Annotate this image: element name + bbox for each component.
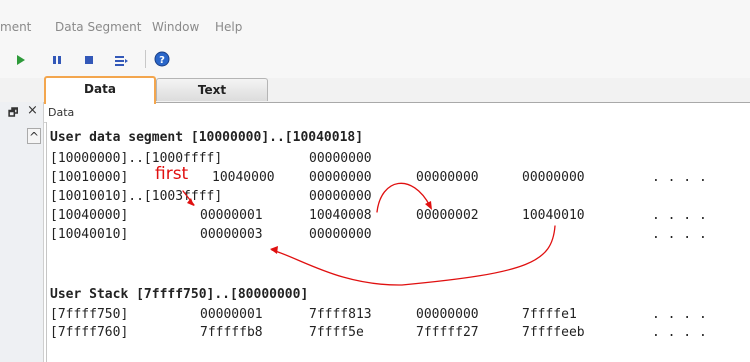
row-ascii: . . . . — [652, 208, 707, 223]
row-addr: [10040010] — [50, 227, 129, 242]
data-panel-title-bar: Data — [44, 104, 750, 123]
scroll-up-icon[interactable]: ^ — [27, 128, 41, 144]
stack-header: User Stack [7ffff750]..[80000000] — [50, 287, 309, 302]
row-addr: [10000000]..[1000ffff] — [50, 151, 223, 166]
row-value: 00000000 — [416, 170, 479, 185]
row-addr: [10010010]..[1003ffff] — [50, 189, 223, 204]
row-value: 7ffffe1 — [522, 307, 577, 322]
row-value: 10040000 — [212, 170, 275, 185]
annotation-first: first — [155, 164, 189, 184]
run-icon[interactable] — [16, 54, 26, 66]
data-segment-header: User data segment [10000000]..[10040018] — [50, 130, 364, 145]
tab-data[interactable]: Data — [44, 76, 156, 104]
tab-text[interactable]: Text — [156, 78, 268, 101]
row-value: 00000001 — [200, 307, 263, 322]
row-addr: [10010000] — [50, 170, 129, 185]
menu-item-data-segment[interactable]: Data Segment — [55, 20, 141, 34]
row-ascii: . . . . — [652, 307, 707, 322]
pause-icon[interactable] — [52, 54, 62, 66]
row-value: 00000001 — [200, 208, 263, 223]
stop-icon[interactable] — [84, 54, 94, 66]
row-value: 7ffffeeb — [522, 325, 585, 340]
row-value: 00000000 — [309, 151, 372, 166]
step-icon[interactable] — [114, 54, 128, 68]
menu-item-help[interactable]: Help — [215, 20, 242, 34]
help-icon[interactable]: ? — [154, 51, 170, 67]
toolbar — [0, 38, 750, 78]
row-value: 00000000 — [522, 170, 585, 185]
menu-item-window[interactable]: Window — [152, 20, 199, 34]
row-value: 7fffff27 — [416, 325, 479, 340]
row-value: 7ffff813 — [309, 307, 372, 322]
row-ascii: . . . . — [652, 170, 707, 185]
row-value: 10040008 — [309, 208, 372, 223]
row-value: 00000000 — [309, 170, 372, 185]
row-value: 00000000 — [309, 227, 372, 242]
menu-item-document[interactable]: ment — [0, 20, 31, 34]
row-value: 00000002 — [416, 208, 479, 223]
row-value: 10040010 — [522, 208, 585, 223]
row-addr: [7ffff760] — [50, 325, 129, 340]
row-value: 7fffffb8 — [200, 325, 263, 340]
data-panel-title: Data — [48, 106, 75, 119]
row-value: 00000003 — [200, 227, 263, 242]
row-ascii: . . . . — [652, 325, 707, 340]
menu-bar: ment Data Segment Window Help — [0, 0, 750, 38]
toolbar-separator — [145, 50, 146, 68]
close-icon[interactable]: × — [27, 103, 38, 118]
row-addr: [7ffff750] — [50, 307, 129, 322]
row-value: 00000000 — [416, 307, 479, 322]
row-addr: [10040000] — [50, 208, 129, 223]
row-ascii: . . . . — [652, 227, 707, 242]
row-value: 7ffff5e — [309, 325, 364, 340]
svg-text:?: ? — [159, 55, 165, 66]
row-value: 00000000 — [309, 189, 372, 204]
restore-icon[interactable]: 🗗 — [8, 104, 18, 123]
